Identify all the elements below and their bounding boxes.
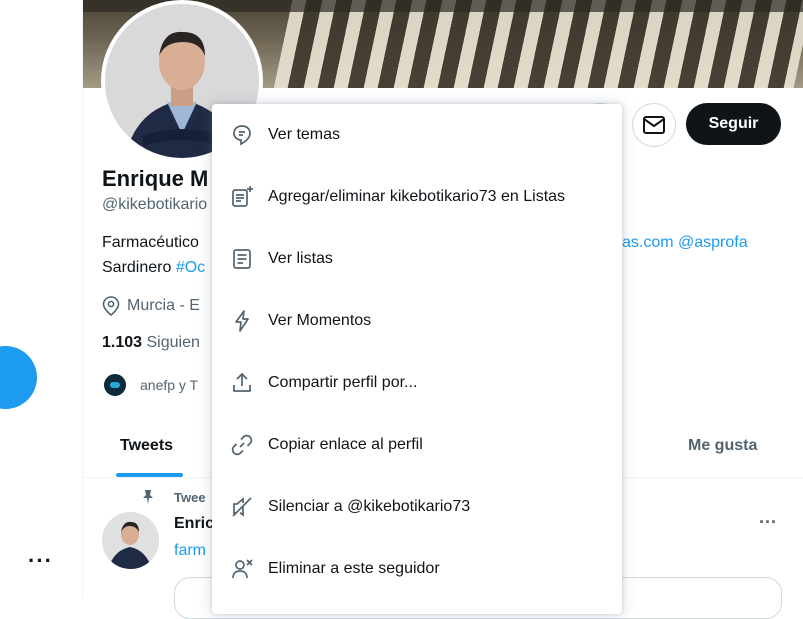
profile-more-menu: Ver temas Agregar/eliminar kikebotikario… (212, 104, 622, 614)
message-button[interactable] (632, 103, 676, 147)
tab-likes[interactable]: Me gusta (688, 437, 757, 455)
menu-item-label: Agregar/eliminar kikebotikario73 en List… (268, 188, 566, 205)
pinned-text: Twee (174, 489, 206, 505)
more-options-icon[interactable]: ··· (28, 548, 53, 574)
tweet-author-avatar[interactable] (102, 512, 159, 569)
follow-button[interactable]: Seguir (686, 103, 781, 145)
menu-item-ver-temas[interactable]: Ver temas (212, 104, 622, 166)
location-text: Murcia - E (127, 297, 200, 314)
menu-item-silenciar[interactable]: Silenciar a @kikebotikario73 (212, 476, 622, 538)
tweet-more-icon[interactable]: ··· (759, 512, 777, 533)
menu-item-label: Ver Momentos (268, 312, 372, 329)
envelope-icon (643, 116, 665, 134)
menu-item-agregar-listas[interactable]: Agregar/eliminar kikebotikario73 en List… (212, 166, 622, 228)
profile-location: Murcia - E (102, 296, 200, 316)
profile-bio-line2: Sardinero #Oc (102, 259, 205, 277)
followed-by[interactable]: anefp y T (102, 372, 198, 398)
lightning-icon (235, 310, 249, 332)
profile-name: Enrique M (102, 166, 209, 191)
tab-tweets[interactable]: Tweets (120, 437, 173, 455)
menu-item-label: Compartir perfil por... (268, 374, 418, 391)
left-sidebar: ··· (0, 0, 83, 598)
remove-follower-icon (232, 559, 253, 579)
menu-item-copiar-enlace[interactable]: Copiar enlace al perfil (212, 414, 622, 476)
bio-hashtag[interactable]: #Oc (176, 259, 205, 276)
menu-item-eliminar-seguidor[interactable]: Eliminar a este seguidor (212, 538, 622, 600)
following-number: 1.103 (102, 334, 143, 351)
profile-bio-line1: Farmacéutico (102, 234, 199, 251)
menu-item-ver-momentos[interactable]: Ver Momentos (212, 290, 622, 352)
pin-icon (143, 490, 153, 504)
menu-item-label: Ver listas (268, 250, 333, 267)
followed-by-text: anefp y T (140, 377, 199, 393)
pinned-tweet-label: Twee (140, 489, 206, 505)
menu-item-label: Copiar enlace al perfil (268, 436, 423, 453)
following-count[interactable]: 1.103 Siguien (102, 334, 200, 352)
tweet-author-name[interactable]: Enric (174, 515, 214, 533)
menu-item-label: Ver temas (268, 126, 341, 143)
location-pin-icon (102, 296, 120, 316)
tweet-text[interactable]: farm (174, 542, 206, 560)
menu-item-ver-listas[interactable]: Ver listas (212, 228, 622, 290)
menu-item-label: Silenciar a @kikebotikario73 (268, 498, 471, 515)
bio-text: Sardinero (102, 259, 176, 276)
compose-tweet-button[interactable] (0, 346, 37, 409)
list-add-icon (232, 186, 253, 207)
list-icon (233, 249, 251, 269)
topics-icon (233, 125, 251, 146)
follower-avatar (102, 372, 128, 398)
profile-bio-links[interactable]: as.com @asprofa (622, 234, 748, 252)
link-icon (231, 434, 253, 456)
profile-handle: @kikebotikario (102, 196, 208, 213)
menu-item-label: Eliminar a este seguidor (268, 560, 440, 577)
share-icon (233, 372, 251, 392)
mute-icon (232, 497, 252, 517)
menu-item-compartir-perfil[interactable]: Compartir perfil por... (212, 352, 622, 414)
following-label: Siguien (146, 334, 200, 351)
